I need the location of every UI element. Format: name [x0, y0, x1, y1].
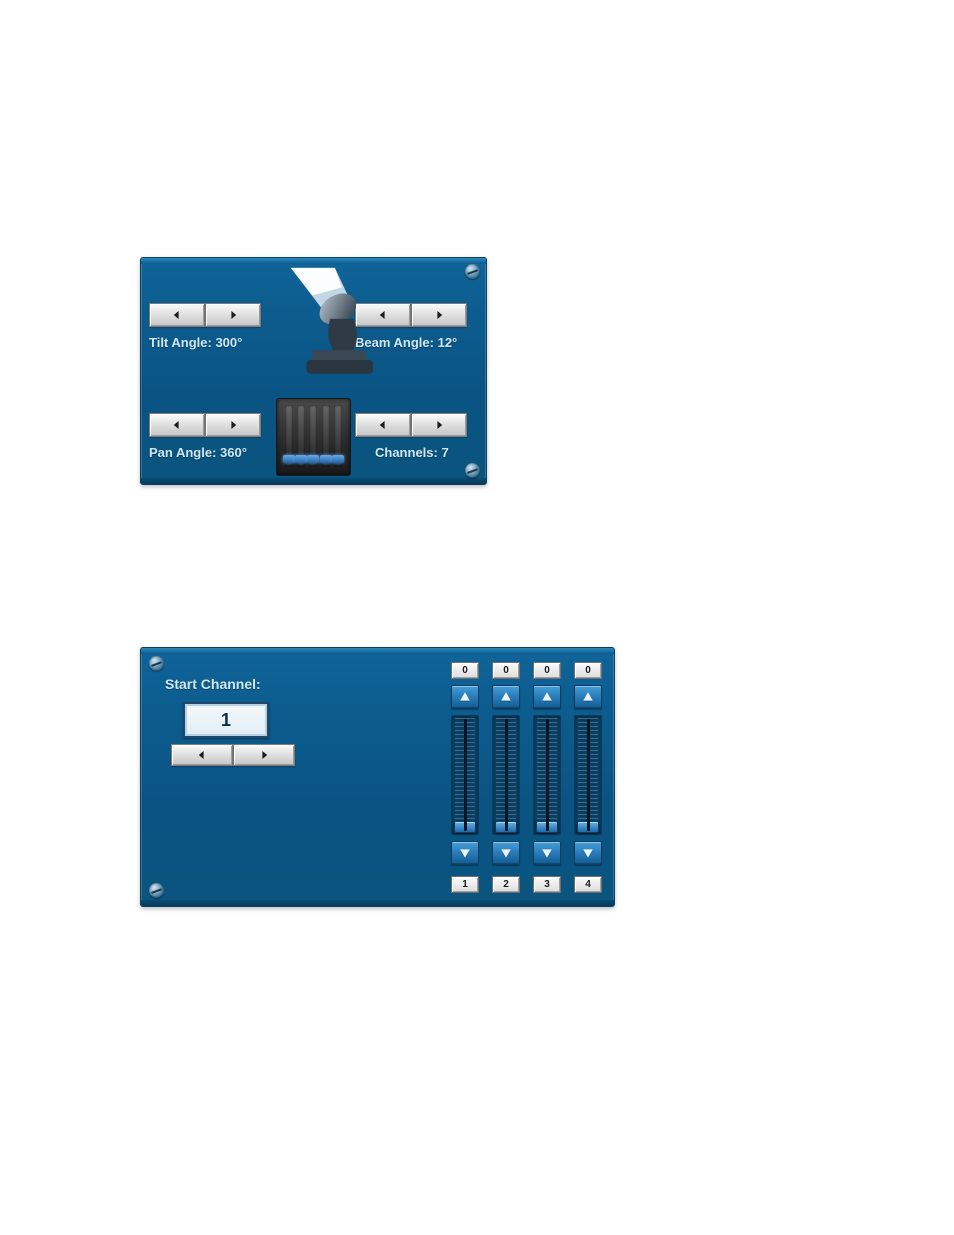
fader-bank: 01020304050607 — [449, 662, 615, 893]
fader-knob[interactable] — [536, 821, 558, 833]
fader-value-display: 0 — [574, 662, 602, 679]
pan-angle-control: Pan Angle: 360° — [149, 413, 279, 460]
start-channel-control: Start Channel: 1 — [161, 676, 321, 766]
pan-angle-label: Pan Angle: 360° — [149, 445, 279, 460]
panel-bevel — [141, 478, 486, 484]
fader-column: 01 — [449, 662, 481, 893]
panel-bevel — [141, 258, 486, 264]
fader-down-button[interactable] — [492, 841, 520, 865]
channels-decrease-button[interactable] — [355, 413, 411, 437]
fader-track[interactable] — [492, 715, 520, 835]
start-channel-label: Start Channel: — [165, 676, 261, 692]
mixer-thumbnail-icon — [276, 398, 351, 476]
fader-up-button[interactable] — [492, 685, 520, 709]
screw-icon — [465, 463, 480, 478]
start-channel-increase-button[interactable] — [233, 744, 295, 766]
fader-value-display: 0 — [492, 662, 520, 679]
fader-track[interactable] — [451, 715, 479, 835]
pan-increase-button[interactable] — [205, 413, 261, 437]
fader-knob[interactable] — [495, 821, 517, 833]
tilt-angle-control: Tilt Angle: 300° — [149, 303, 279, 350]
fader-down-button[interactable] — [574, 841, 602, 865]
panel-bevel — [141, 900, 614, 906]
channels-label: Channels: 7 — [375, 445, 485, 460]
tilt-angle-label: Tilt Angle: 300° — [149, 335, 279, 350]
tilt-decrease-button[interactable] — [149, 303, 205, 327]
beam-increase-button[interactable] — [411, 303, 467, 327]
fader-up-button[interactable] — [533, 685, 561, 709]
fader-value-display: 0 — [451, 662, 479, 679]
fader-index-label: 3 — [533, 876, 561, 893]
fader-index-label: 1 — [451, 876, 479, 893]
panel-bevel — [141, 648, 614, 654]
screw-icon — [149, 883, 164, 898]
fader-up-button[interactable] — [574, 685, 602, 709]
channels-control: Channels: 7 — [355, 413, 485, 460]
fader-index-label: 4 — [574, 876, 602, 893]
fader-track[interactable] — [533, 715, 561, 835]
fader-value-display: 0 — [533, 662, 561, 679]
tilt-increase-button[interactable] — [205, 303, 261, 327]
fader-down-button[interactable] — [451, 841, 479, 865]
fader-up-button[interactable] — [451, 685, 479, 709]
beam-angle-label: Beam Angle: 12° — [355, 335, 485, 350]
fader-column: 05 — [613, 662, 615, 893]
fader-column: 04 — [572, 662, 604, 893]
fixture-params-panel: Tilt Angle: 300° Beam Angle: 12° Pan Ang… — [140, 257, 487, 485]
start-channel-display: 1 — [183, 702, 269, 738]
start-channel-decrease-button[interactable] — [171, 744, 233, 766]
channel-faders-panel: Start Channel: 1 01020304050607 — [140, 647, 615, 907]
fader-knob[interactable] — [577, 821, 599, 833]
fader-column: 02 — [490, 662, 522, 893]
screw-icon — [149, 656, 164, 671]
fader-column: 03 — [531, 662, 563, 893]
fader-down-button[interactable] — [533, 841, 561, 865]
fader-knob[interactable] — [454, 821, 476, 833]
fader-index-label: 2 — [492, 876, 520, 893]
beam-angle-control: Beam Angle: 12° — [355, 303, 485, 350]
fader-track[interactable] — [574, 715, 602, 835]
beam-decrease-button[interactable] — [355, 303, 411, 327]
pan-decrease-button[interactable] — [149, 413, 205, 437]
channels-increase-button[interactable] — [411, 413, 467, 437]
screw-icon — [465, 264, 480, 279]
